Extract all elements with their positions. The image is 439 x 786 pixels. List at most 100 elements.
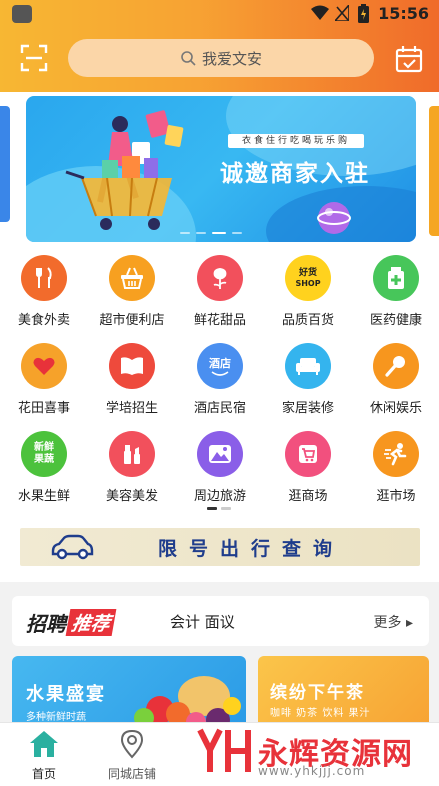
nav-item-home[interactable]: 首页 xyxy=(0,729,88,782)
grid-dot-active xyxy=(207,507,217,510)
recruit-card[interactable]: 招聘 推荐 会计 面议 更多 ▸ xyxy=(12,596,429,646)
category-label: 医药健康 xyxy=(369,313,422,328)
recruit-logo-tag: 推荐 xyxy=(65,609,117,636)
banner-next-peek xyxy=(429,106,439,236)
category-label: 品质百货 xyxy=(281,313,334,328)
category-item[interactable]: 花田喜事 xyxy=(0,338,88,426)
recruit-logo-text: 招聘 xyxy=(26,612,66,636)
category-grid: 美食外卖 超市便利店 鲜花甜品 好货 SHOP 品质百货 医药健康 花田喜事 学… xyxy=(0,250,439,520)
category-item[interactable]: 休闲娱乐 xyxy=(352,338,439,426)
category-item[interactable]: 新鲜 果蔬 水果生鲜 xyxy=(0,426,88,514)
banner-subtitle: 衣食住行吃喝玩乐购 xyxy=(228,134,364,148)
scan-icon[interactable] xyxy=(20,44,48,72)
category-item[interactable]: 逛市场 xyxy=(352,426,439,514)
car-icon xyxy=(51,534,94,560)
banner-carousel[interactable]: 衣食住行吃喝玩乐购 诚邀商家入驻 xyxy=(0,92,439,250)
battery-charging-icon xyxy=(358,4,369,23)
home-icon xyxy=(30,731,58,757)
banner-slide[interactable]: 衣食住行吃喝玩乐购 诚邀商家入驻 xyxy=(26,96,416,242)
category-item[interactable]: 周边旅游 xyxy=(176,426,264,514)
status-bar: 15:56 xyxy=(0,0,439,28)
plate-query-banner[interactable]: 限号出行查询 xyxy=(20,528,420,566)
recruit-keywords[interactable]: 会计 面议 xyxy=(170,611,235,632)
calendar-check-icon[interactable] xyxy=(394,44,424,74)
plate-query-label: 限号出行查询 xyxy=(158,537,345,560)
app-notification-icon xyxy=(12,5,32,23)
medicine-icon xyxy=(373,255,419,301)
shop-badge-text: SHOP xyxy=(295,278,321,288)
banner-title: 诚邀商家入驻 xyxy=(220,161,370,187)
promo-title: 缤纷下午茶 xyxy=(270,683,365,703)
search-placeholder: 我爱文安 xyxy=(201,49,262,68)
watermark: 永辉资源网 www.yhkjjj.com xyxy=(196,726,413,778)
category-label: 家居装修 xyxy=(281,401,334,416)
category-label: 酒店民宿 xyxy=(193,401,246,416)
category-item[interactable]: 家居装修 xyxy=(264,338,352,426)
cart-icon xyxy=(285,431,331,477)
category-item[interactable]: 美食外卖 xyxy=(0,250,88,338)
map-pin-icon xyxy=(120,729,144,759)
promo-subtitle: 多种新鲜时蔬 xyxy=(26,712,86,723)
category-item[interactable]: 学培招生 xyxy=(88,338,176,426)
promo-subtitle: 咖啡 奶茶 饮料 果汁 xyxy=(270,708,371,719)
category-label: 美容美发 xyxy=(105,489,158,504)
watermark-url: www.yhkjjj.com xyxy=(258,764,366,778)
category-label: 花田喜事 xyxy=(17,401,70,416)
shop-badge-icon: 好货 SHOP xyxy=(285,255,331,301)
nav-label: 首页 xyxy=(31,767,56,781)
banner-dot xyxy=(232,232,242,234)
banner-prev-peek xyxy=(0,106,10,222)
status-time: 15:56 xyxy=(378,4,429,23)
shopping-cart-illustration xyxy=(65,110,184,230)
category-item[interactable]: 好货 SHOP 品质百货 xyxy=(264,250,352,338)
grid-dot xyxy=(221,507,231,510)
sim-signal-icon xyxy=(335,5,349,21)
fruit-badge-text: 果蔬 xyxy=(34,454,54,465)
fresh-fruit-icon: 新鲜 果蔬 xyxy=(21,431,67,477)
promo-title: 水果盛宴 xyxy=(26,684,106,705)
category-item[interactable]: 医药健康 xyxy=(352,250,439,338)
category-label: 超市便利店 xyxy=(99,313,165,328)
cosmetics-icon xyxy=(109,431,155,477)
fruit-badge-text: 新鲜 xyxy=(34,442,54,453)
category-item[interactable]: 超市便利店 xyxy=(88,250,176,338)
category-label: 周边旅游 xyxy=(193,489,246,504)
fork-knife-icon xyxy=(21,255,67,301)
search-icon xyxy=(181,51,196,66)
heart-icon xyxy=(21,343,67,389)
plate-query-section: 限号出行查询 xyxy=(0,520,439,582)
hotel-badge-text: 酒店 xyxy=(209,357,231,370)
nav-label: 同城店铺 xyxy=(107,767,156,781)
category-label: 逛市场 xyxy=(376,489,416,504)
microphone-icon xyxy=(373,343,419,389)
banner-dot xyxy=(180,232,190,234)
sphere-decoration-icon xyxy=(317,202,351,234)
banner-dot-active xyxy=(212,232,226,234)
category-label: 休闲娱乐 xyxy=(369,401,422,416)
banner-dot xyxy=(196,232,206,234)
category-label: 逛商场 xyxy=(288,489,328,504)
book-icon xyxy=(109,343,155,389)
category-item[interactable]: 美容美发 xyxy=(88,426,176,514)
category-label: 鲜花甜品 xyxy=(193,313,246,328)
banner-pagination xyxy=(180,232,242,234)
more-link[interactable]: 更多 ▸ xyxy=(374,612,413,632)
category-label: 水果生鲜 xyxy=(17,489,70,504)
mountain-icon xyxy=(197,431,243,477)
shop-badge-text: 好货 xyxy=(298,267,317,278)
nav-item-local-shops[interactable]: 同城店铺 xyxy=(88,729,176,782)
category-label: 美食外卖 xyxy=(17,313,70,328)
top-header: 15:56 我爱文安 xyxy=(0,0,439,92)
category-label: 学培招生 xyxy=(105,401,158,416)
rose-icon xyxy=(197,255,243,301)
category-item[interactable]: 酒店 酒店民宿 xyxy=(176,338,264,426)
category-item[interactable]: 鲜花甜品 xyxy=(176,250,264,338)
wifi-icon xyxy=(311,5,329,20)
recruit-logo: 招聘 推荐 xyxy=(26,608,117,637)
hotel-badge-icon: 酒店 xyxy=(197,343,243,389)
grid-pagination xyxy=(207,507,231,510)
category-item[interactable]: 逛商场 xyxy=(264,426,352,514)
search-bar[interactable]: 我爱文安 xyxy=(68,39,374,77)
basket-icon xyxy=(109,255,155,301)
sofa-icon xyxy=(285,343,331,389)
